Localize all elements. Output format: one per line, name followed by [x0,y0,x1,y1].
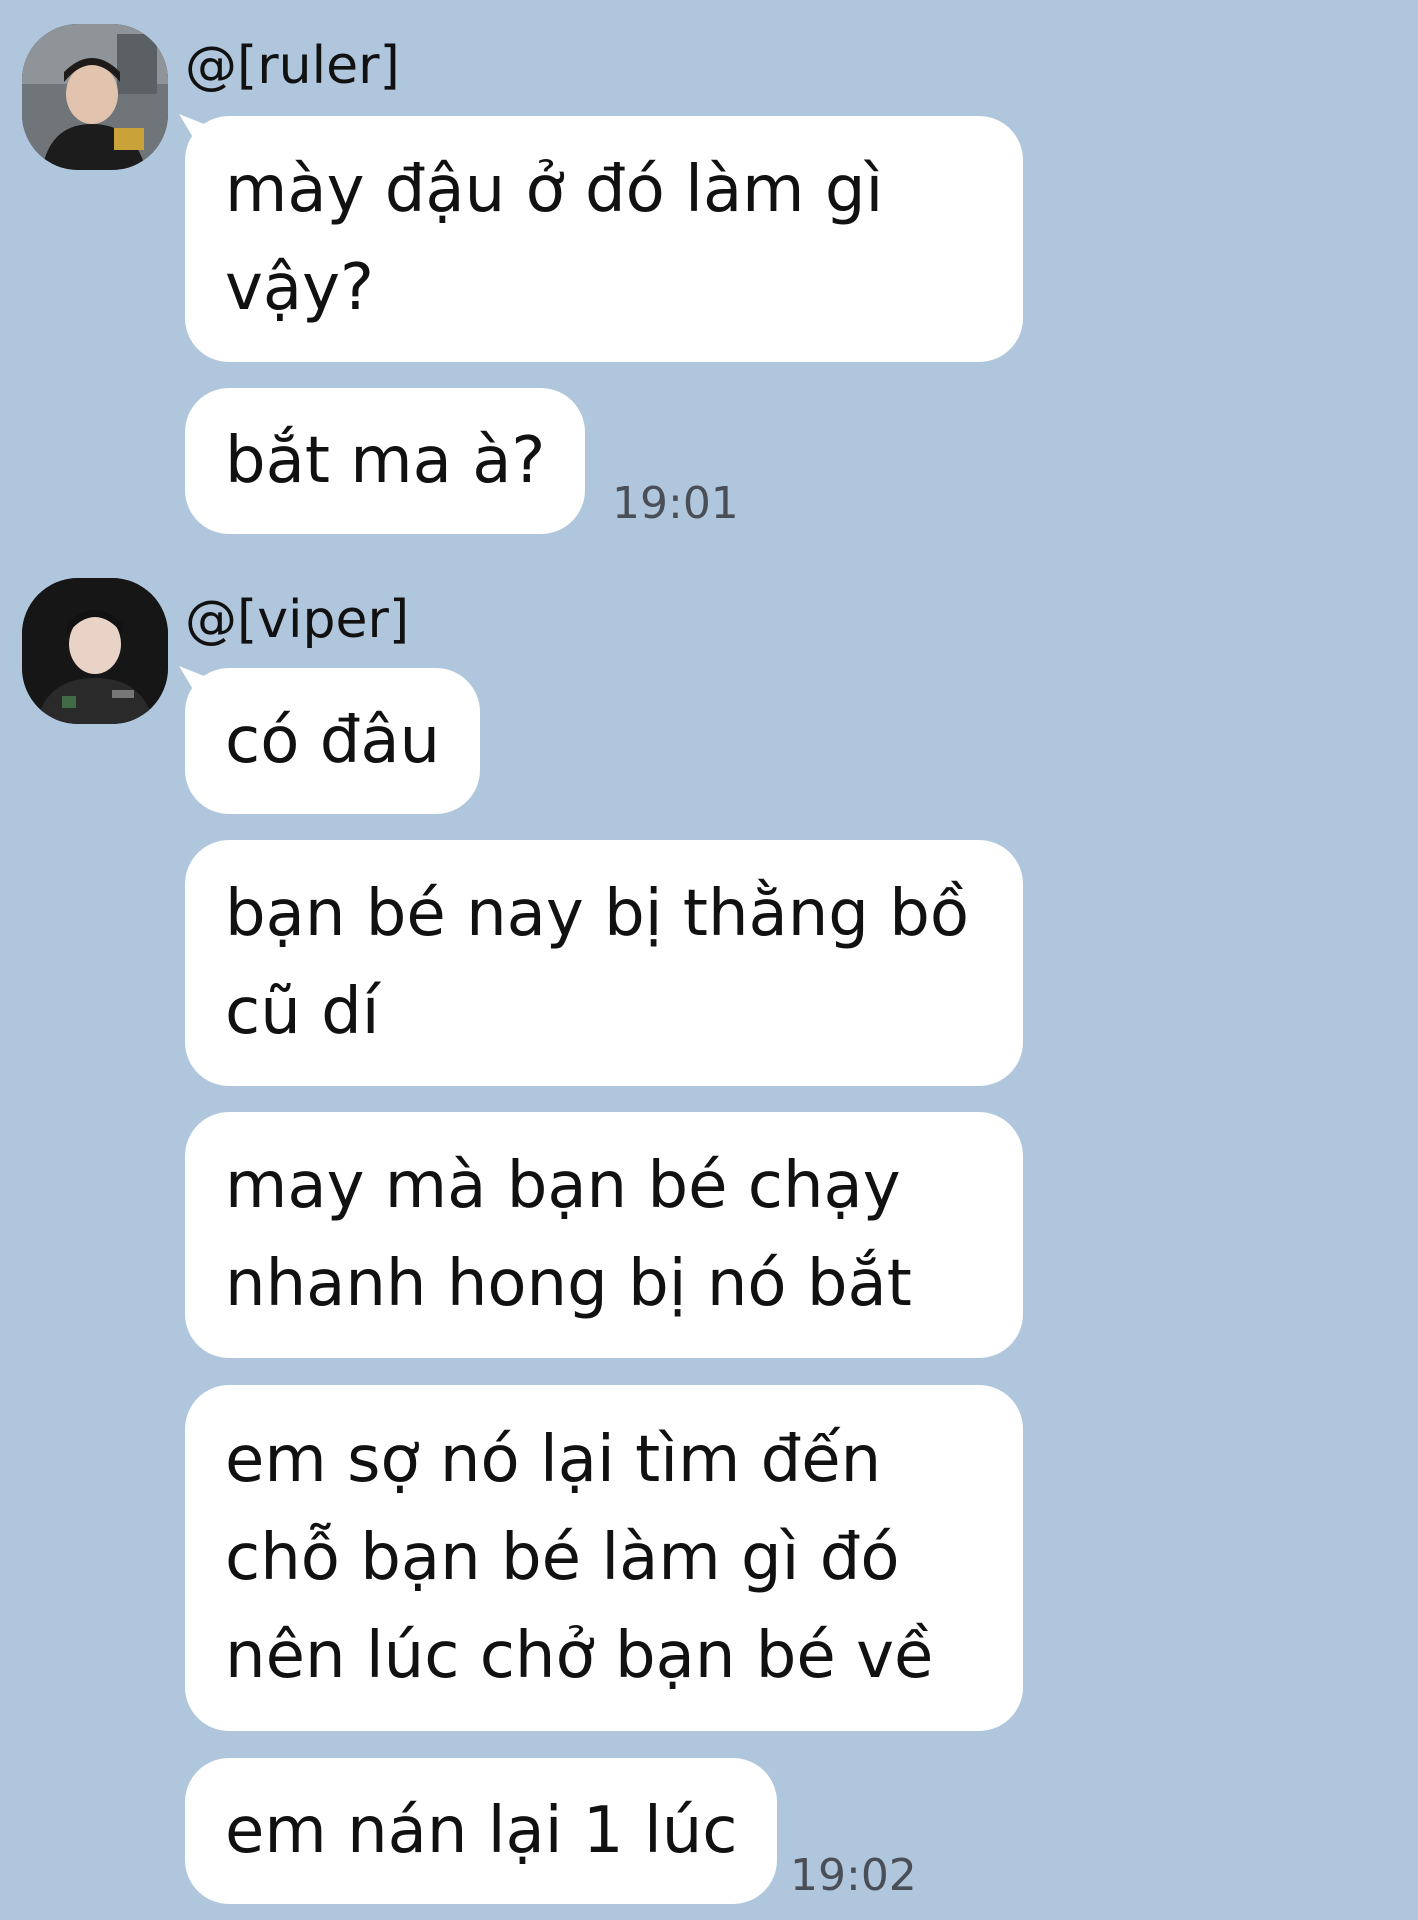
message-text: em sợ nó lại tìm đến chỗ bạn bé làm gì đ… [225,1423,934,1693]
message-text: may mà bạn bé chạy nhanh hong bị nó bắt [225,1149,912,1321]
message-bubble[interactable]: em nán lại 1 lúc [185,1758,778,1904]
avatar-ruler[interactable] [22,24,168,170]
message-text: em nán lại 1 lúc [225,1794,738,1868]
bubble-tail [179,114,205,140]
chat-thread[interactable]: @[ruler] mày đậu ở đó làm gì vậy? bắt ma… [0,0,1418,1920]
message-bubble[interactable]: bạn bé nay bị thằng bồ cũ dí [185,840,1023,1086]
message-text: bạn bé nay bị thằng bồ cũ dí [225,877,970,1049]
message-timestamp: 19:02 [790,1850,917,1901]
message-text: bắt ma à? [225,424,546,498]
message-bubble[interactable]: mày đậu ở đó làm gì vậy? [179,114,1023,362]
user-avatar-photo-icon [22,578,168,724]
avatar-viper[interactable] [22,578,168,724]
sender-name: @[ruler] [185,36,400,96]
sender-name: @[viper] [185,590,410,650]
user-avatar-photo-icon [22,24,168,170]
message-bubble[interactable]: bắt ma à? [185,388,586,534]
message-bubble[interactable]: có đâu [179,666,481,814]
message-text: có đâu [225,704,441,778]
message-bubble[interactable]: em sợ nó lại tìm đến chỗ bạn bé làm gì đ… [185,1385,1023,1731]
bubble-tail [179,666,205,692]
message-timestamp: 19:01 [612,478,739,529]
message-text: mày đậu ở đó làm gì vậy? [225,153,884,325]
message-bubble[interactable]: may mà bạn bé chạy nhanh hong bị nó bắt [185,1112,1023,1358]
